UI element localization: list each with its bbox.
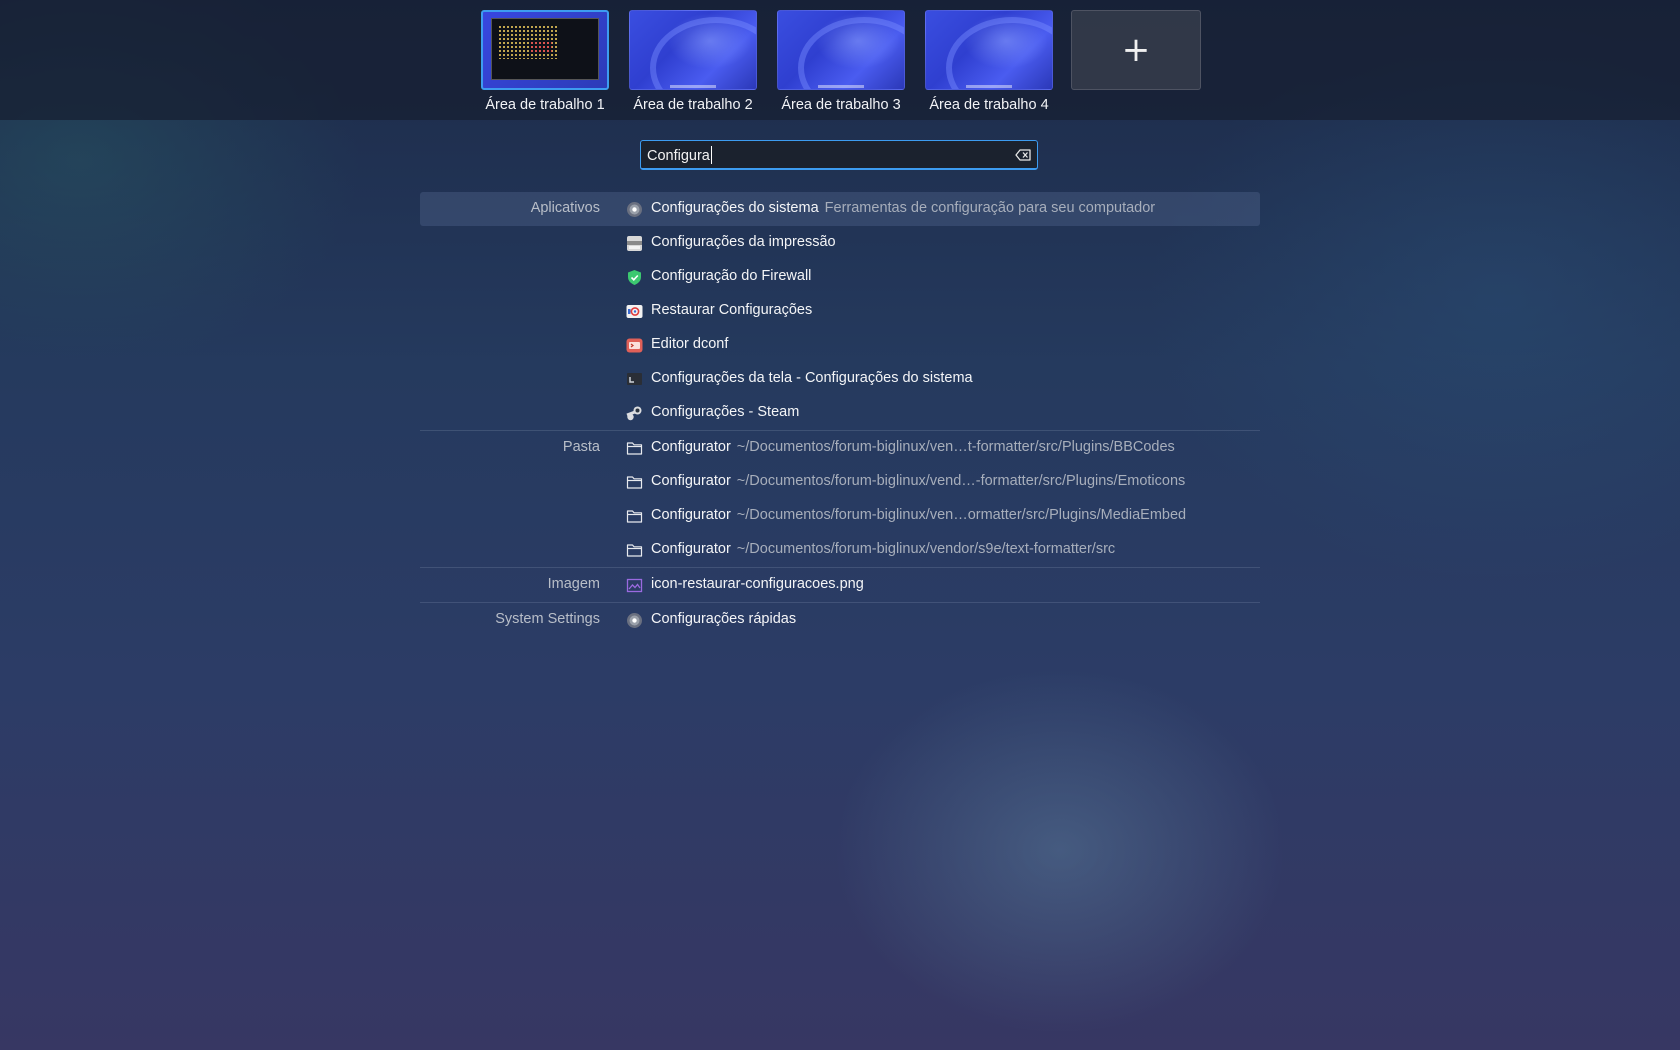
result-subtitle: ~/Documentos/forum-biglinux/vendor/s9e/t…	[736, 541, 1116, 557]
result-text: Configuração do Firewall	[651, 268, 811, 284]
result-category-label: Aplicativos	[530, 200, 600, 216]
system-settings-icon	[626, 201, 643, 218]
result-text: Configurator ~/Documentos/forum-biglinux/…	[651, 507, 1186, 523]
result-text: icon-restaurar-configuracoes.png	[651, 576, 864, 592]
system-settings-icon	[626, 612, 643, 629]
result-row[interactable]: Restaurar Configurações	[420, 294, 1260, 328]
result-text: Configurator ~/Documentos/forum-biglinux/…	[651, 473, 1185, 489]
wallpaper-preview	[946, 17, 1052, 89]
result-title: Configurações rápidas	[651, 611, 797, 627]
desktop-thumbnail[interactable]	[629, 10, 757, 90]
panel-preview	[670, 85, 716, 88]
folder-icon	[626, 440, 643, 457]
window-preview	[491, 18, 599, 80]
result-text: Configurator ~/Documentos/forum-biglinux/…	[651, 541, 1115, 557]
result-title: Configurações da impressão	[651, 234, 836, 250]
result-subtitle: Ferramentas de configuração para seu com…	[824, 200, 1156, 216]
result-category-label: System Settings	[495, 611, 600, 627]
desktop-4[interactable]: Área de trabalho 4	[925, 10, 1053, 113]
result-category-label: Imagem	[547, 576, 600, 592]
result-row[interactable]: Configurações da tela - Configurações do…	[420, 362, 1260, 396]
printer-icon	[626, 235, 643, 252]
desktop-label: Área de trabalho 2	[633, 97, 753, 113]
result-category-label: Pasta	[562, 439, 600, 455]
dconf-editor-icon	[626, 337, 643, 354]
result-row[interactable]: Editor dconf	[420, 328, 1260, 362]
desktop-label: Área de trabalho 1	[485, 97, 605, 113]
result-text: Configurações da tela - Configurações do…	[651, 370, 973, 386]
add-desktop-button[interactable]: +	[1071, 10, 1201, 90]
search-input[interactable]	[645, 145, 1009, 167]
wallpaper-preview	[798, 17, 904, 89]
text-caret	[711, 146, 712, 164]
search-results: Aplicativos Configurações do sistema Ferra…	[420, 192, 1260, 637]
result-row[interactable]: Configurator ~/Documentos/forum-biglinux/…	[420, 533, 1260, 567]
desktop-thumbnail[interactable]	[925, 10, 1053, 90]
result-title: Configurator	[651, 507, 731, 523]
restore-settings-icon	[626, 303, 643, 320]
result-title: Editor dconf	[651, 336, 729, 352]
folder-icon	[626, 474, 643, 491]
result-title: Configuração do Firewall	[651, 268, 812, 284]
result-row[interactable]: Configuração do Firewall	[420, 260, 1260, 294]
result-row[interactable]: Configurações - Steam	[420, 396, 1260, 430]
desktop-1[interactable]: Área de trabalho 1	[481, 10, 609, 113]
result-title: Configurator	[651, 473, 731, 489]
result-subtitle: ~/Documentos/forum-biglinux/vend…-format…	[736, 473, 1186, 489]
result-text: Configurações - Steam	[651, 404, 799, 420]
result-title: Configurações do sistema	[651, 200, 819, 216]
result-text: Editor dconf	[651, 336, 728, 352]
panel-preview	[818, 85, 864, 88]
result-row[interactable]: System Settings Configurações rápidas	[420, 603, 1260, 637]
result-title: Configurações - Steam	[651, 404, 800, 420]
result-subtitle: ~/Documentos/forum-biglinux/ven…ormatter…	[736, 507, 1187, 523]
result-text: Configurações da impressão	[651, 234, 836, 250]
wallpaper-preview	[650, 17, 756, 89]
result-title: Restaurar Configurações	[651, 302, 813, 318]
result-text: Configurações do sistema Ferramentas de c…	[651, 200, 1155, 216]
result-row[interactable]: Imagem icon-restaurar-configuracoes.png	[420, 568, 1260, 602]
clear-input-icon[interactable]	[1015, 146, 1033, 164]
result-text: Configurator ~/Documentos/forum-biglinux/…	[651, 439, 1175, 455]
desktop-3[interactable]: Área de trabalho 3	[777, 10, 905, 113]
firewall-shield-icon	[626, 269, 643, 286]
steam-icon	[626, 405, 643, 422]
result-row[interactable]: Configurator ~/Documentos/forum-biglinux/…	[420, 499, 1260, 533]
result-row[interactable]: Configurações da impressão	[420, 226, 1260, 260]
search-box[interactable]	[640, 140, 1038, 170]
desktop-label: Área de trabalho 4	[929, 97, 1049, 113]
desktop-2[interactable]: Área de trabalho 2	[629, 10, 757, 113]
desktop-thumbnail[interactable]	[481, 10, 609, 90]
result-row[interactable]: Configurator ~/Documentos/forum-biglinux/…	[420, 465, 1260, 499]
image-file-icon	[626, 577, 643, 594]
result-row[interactable]: Pasta Configurator ~/Documentos/forum-bigl…	[420, 431, 1260, 465]
display-settings-icon	[626, 371, 643, 388]
result-title: Configurações da tela - Configurações do…	[651, 370, 973, 386]
desktop-thumbnail[interactable]	[777, 10, 905, 90]
panel-preview	[966, 85, 1012, 88]
folder-icon	[626, 508, 643, 525]
result-text: Configurações rápidas	[651, 611, 796, 627]
result-title: Configurator	[651, 541, 731, 557]
desktop-label: Área de trabalho 3	[781, 97, 901, 113]
result-subtitle: ~/Documentos/forum-biglinux/ven…t-format…	[736, 439, 1175, 455]
result-text: Restaurar Configurações	[651, 302, 812, 318]
result-title: Configurator	[651, 439, 731, 455]
result-row[interactable]: Aplicativos Configurações do sistema Ferra…	[420, 192, 1260, 226]
result-title: icon-restaurar-configuracoes.png	[651, 576, 864, 592]
folder-icon	[626, 542, 643, 559]
